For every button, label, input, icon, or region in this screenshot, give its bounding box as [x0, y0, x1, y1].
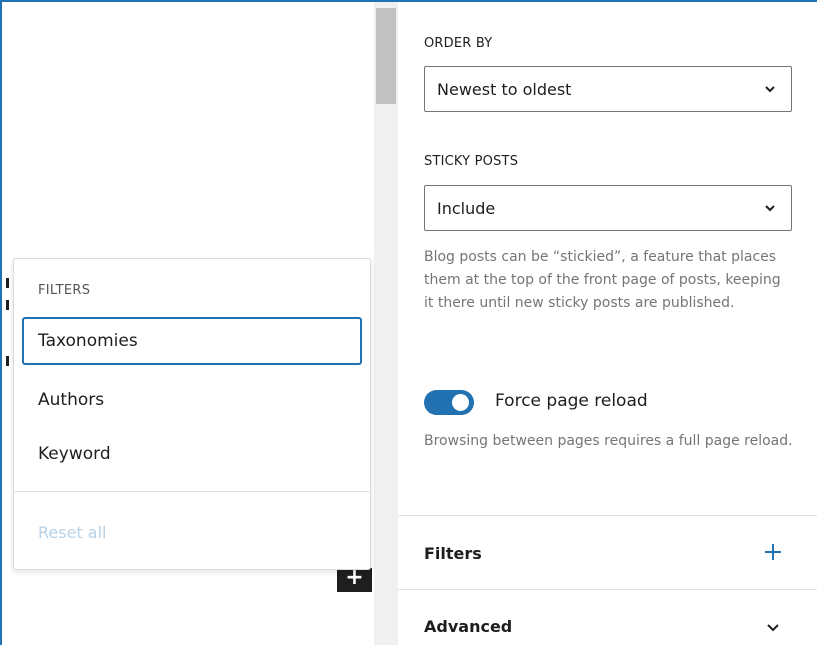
filters-menu-heading: FILTERS — [38, 283, 91, 298]
order-by-label: ORDER BY — [424, 36, 493, 51]
canvas-edge-mark — [6, 278, 9, 288]
sticky-posts-select[interactable]: Include — [424, 185, 792, 231]
chevron-down-icon — [765, 86, 775, 93]
plus-icon: + — [345, 565, 364, 590]
chevron-down-icon — [765, 205, 775, 212]
toggle-knob — [452, 394, 469, 411]
filters-popover: FILTERS Taxonomies Authors Keyword Reset… — [13, 258, 371, 570]
menu-separator — [14, 491, 370, 492]
menu-item-label: Taxonomies — [38, 331, 138, 351]
plus-icon[interactable] — [763, 542, 783, 562]
force-reload-toggle[interactable] — [424, 390, 474, 415]
sticky-posts-help: Blog posts can be “stickied”, a feature … — [424, 249, 781, 311]
order-by-select[interactable]: Newest to oldest — [424, 66, 792, 112]
filters-menu-item-keyword[interactable]: Keyword — [22, 430, 362, 478]
add-block-button[interactable]: + — [337, 565, 372, 592]
chevron-down-icon[interactable] — [763, 617, 783, 637]
force-reload-help: Browsing between pages requires a full p… — [424, 433, 793, 449]
filters-menu-item-authors[interactable]: Authors — [22, 376, 362, 424]
canvas-scrollbar-thumb[interactable] — [376, 8, 396, 104]
filters-panel-title[interactable]: Filters — [424, 544, 482, 563]
sticky-posts-value: Include — [437, 198, 496, 218]
filters-menu-item-taxonomies[interactable]: Taxonomies — [22, 317, 362, 365]
menu-item-label: Authors — [38, 390, 105, 410]
advanced-panel-title[interactable]: Advanced — [424, 617, 512, 636]
force-reload-label[interactable]: Force page reload — [495, 391, 648, 411]
canvas-edge-mark — [6, 300, 9, 310]
menu-item-label: Keyword — [38, 444, 111, 464]
sticky-posts-label: STICKY POSTS — [424, 154, 519, 169]
canvas-edge-mark — [6, 356, 9, 366]
order-by-value: Newest to oldest — [437, 79, 572, 99]
settings-sidebar: ORDER BY Newest to oldest STICKY POSTS I… — [398, 2, 817, 645]
panel-divider — [398, 515, 817, 516]
reset-all-button[interactable]: Reset all — [38, 523, 106, 542]
panel-divider — [398, 589, 817, 590]
